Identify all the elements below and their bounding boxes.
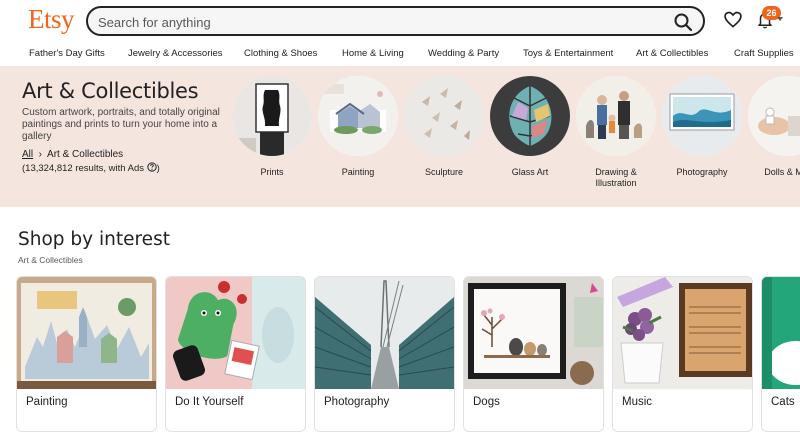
breadcrumb-all-link[interactable]: All [22,149,33,160]
interest-card-music[interactable]: Music [612,276,753,432]
category-banner: Art & Collectibles Custom artwork, portr… [0,66,800,207]
interest-card-photography[interactable]: Photography [314,276,455,432]
interest-card-label: Cats [771,396,795,408]
interest-card-label: Photography [324,396,390,408]
category-nav: Father's Day Gifts Jewelry & Accessories… [0,44,800,64]
chevron-down-icon [777,17,783,21]
sculpture-thumbnail [404,76,484,156]
help-circle-icon[interactable] [146,162,157,172]
section-subtitle: Art & Collectibles [18,255,83,265]
search-icon[interactable] [673,12,693,32]
interest-card-label: Painting [26,396,68,408]
music-card-image [613,277,752,389]
subcategory-glass-art[interactable]: Glass Art [490,76,570,178]
subcategory-label: Glass Art [511,167,549,177]
breadcrumb: All › Art & Collectibles [22,149,123,160]
search-input[interactable] [98,13,658,31]
painting-card-image [17,277,156,389]
nav-item-home-living[interactable]: Home & Living [342,48,404,59]
category-description: Custom artwork, portraits, and totally o… [22,107,220,142]
diy-card-image [166,277,305,389]
nav-item-wedding-party[interactable]: Wedding & Party [428,48,499,59]
notifications-button[interactable]: 26 [754,6,784,32]
interest-card-do-it-yourself[interactable]: Do It Yourself [165,276,306,432]
results-count-text: (13,324,812 results, with Ads [22,163,144,174]
interest-card-cats[interactable]: Cats [761,276,800,432]
breadcrumb-current: Art & Collectibles [47,149,124,160]
drawing-illustration-thumbnail [576,76,656,156]
dogs-card-image [464,277,603,389]
nav-item-toys-entertainment[interactable]: Toys & Entertainment [523,48,613,59]
subcategory-drawing-illustration[interactable]: Drawing & Illustration [576,76,656,189]
nav-item-jewelry-accessories[interactable]: Jewelry & Accessories [128,48,223,59]
subcategory-label: Painting [341,167,375,177]
subcategory-label: Dolls & Mini [764,167,800,177]
dolls-mini-thumbnail [748,76,800,156]
nav-item-craft-supplies[interactable]: Craft Supplies [734,48,794,59]
breadcrumb-separator: › [35,149,45,160]
nav-item-fathers-day-gifts[interactable]: Father's Day Gifts [29,48,105,59]
subcategory-label: Photography [676,167,728,177]
section-title: Shop by interest [18,229,170,250]
cats-card-image [762,277,800,389]
photography-card-image [315,277,454,389]
glass-art-thumbnail [490,76,570,156]
nav-item-clothing-shoes[interactable]: Clothing & Shoes [244,48,317,59]
page-title: Art & Collectibles [22,79,199,103]
subcategory-label: Drawing & Illustration [595,167,637,188]
subcategory-label: Sculpture [424,167,464,177]
prints-thumbnail [232,76,312,156]
subcategory-painting[interactable]: Painting [318,76,398,178]
subcategory-prints[interactable]: Prints [232,76,312,178]
search-bar[interactable] [86,6,705,36]
photography-thumbnail [662,76,742,156]
nav-item-art-collectibles[interactable]: Art & Collectibles [636,48,708,59]
interest-card-painting[interactable]: Painting [16,276,157,432]
subcategory-label: Prints [260,167,284,177]
interest-card-label: Dogs [473,396,500,408]
subcategory-sculpture[interactable]: Sculpture [404,76,484,178]
etsy-logo[interactable]: Etsy [28,4,75,35]
interest-card-dogs[interactable]: Dogs [463,276,604,432]
site-header: Etsy 26 [0,0,800,42]
interest-card-label: Music [622,396,653,408]
results-count-close: ) [156,163,160,174]
favorites-heart-icon[interactable] [723,10,743,30]
subcategory-dolls-mini[interactable]: Dolls & Mini [748,76,800,178]
results-count: (13,324,812 results, with Ads ) [22,162,160,174]
subcategory-photography[interactable]: Photography [662,76,742,178]
interest-card-label: Do It Yourself [175,396,244,408]
painting-thumbnail [318,76,398,156]
